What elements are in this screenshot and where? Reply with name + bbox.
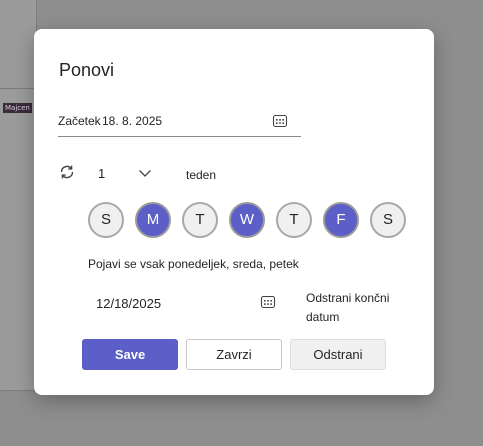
save-button[interactable]: Save — [82, 339, 178, 370]
repeat-count-value[interactable]: 1 — [98, 166, 105, 181]
remove-button[interactable]: Odstrani — [290, 339, 386, 370]
day-toggle-tuesday[interactable]: T — [182, 202, 218, 238]
start-date-field[interactable]: Začetek 18. 8. 2025 — [58, 109, 301, 137]
end-date-value[interactable]: 12/18/2025 — [96, 296, 161, 311]
day-toggle-thursday[interactable]: T — [276, 202, 312, 238]
day-toggle-saturday[interactable]: S — [370, 202, 406, 238]
dialog-title: Ponovi — [59, 60, 115, 80]
calendar-icon[interactable] — [272, 113, 288, 129]
day-toggle-friday[interactable]: F — [323, 202, 359, 238]
day-toggle-wednesday[interactable]: W — [229, 202, 265, 238]
start-date-value[interactable]: 18. 8. 2025 — [102, 114, 162, 128]
remove-end-date-link[interactable]: Odstrani končni datum — [306, 289, 406, 327]
background-document: Majcen — [0, 0, 37, 391]
day-toggle-sunday[interactable]: S — [88, 202, 124, 238]
day-toggle-monday[interactable]: M — [135, 202, 171, 238]
chevron-down-icon[interactable] — [138, 166, 152, 178]
discard-button[interactable]: Zavrzi — [186, 339, 282, 370]
background-divider — [0, 88, 36, 89]
repeat-unit-label: teden — [186, 168, 217, 182]
recurrence-summary: Pojavi se vsak ponedeljek, sreda, petek — [88, 257, 299, 271]
calendar-icon[interactable] — [260, 294, 276, 310]
background-chip: Majcen — [3, 103, 32, 113]
repeat-dialog: Ponovi Začetek 18. 8. 2025 1 teden S M T… — [34, 29, 434, 395]
repeat-icon — [58, 163, 76, 181]
start-date-label: Začetek — [58, 114, 101, 128]
